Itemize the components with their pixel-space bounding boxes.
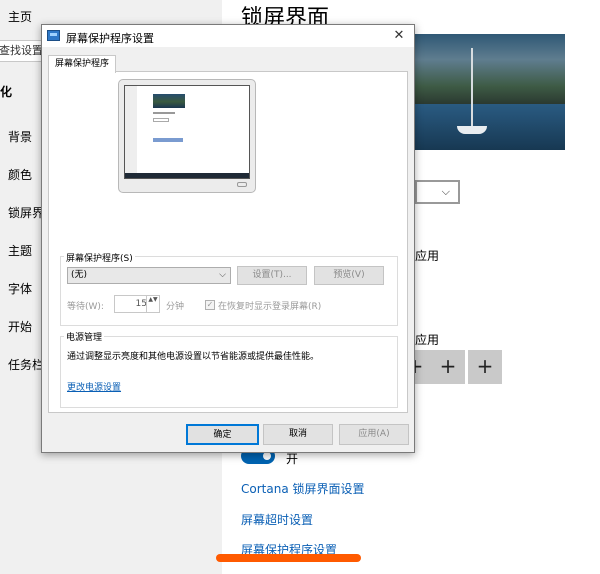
screen-taskbar <box>125 173 249 178</box>
monitor-led <box>237 182 247 187</box>
cortana-lockscreen-link[interactable]: Cortana 锁屏界面设置 <box>241 480 365 497</box>
photo-lake <box>415 104 565 150</box>
wait-label: 等待(W): <box>67 302 104 312</box>
monitor-screen <box>124 85 250 179</box>
chevron-down-icon: ⌵ <box>441 185 450 198</box>
nav-item-colors[interactable]: 颜色 <box>8 166 32 183</box>
preview-button[interactable]: 预览(V) <box>314 266 384 285</box>
photo-boat-mast <box>471 48 473 128</box>
nav-item-fonts[interactable]: 字体 <box>8 280 32 297</box>
wait-value: 15 <box>135 299 147 309</box>
tab-screensaver[interactable]: 屏幕保护程序 <box>48 55 116 73</box>
peek-text-apply-1: 应用 <box>415 249 440 263</box>
lockscreen-preview-image <box>415 34 565 150</box>
change-power-settings-link[interactable]: 更改电源设置 <box>67 380 121 393</box>
screen-text-line <box>153 112 175 114</box>
nav-section-title: 化 <box>0 85 13 99</box>
screen-thumbnail <box>153 94 185 108</box>
nav-item-lockscreen[interactable]: 锁屏界 <box>8 204 44 221</box>
nav-item-background[interactable]: 背景 <box>8 128 32 145</box>
resume-logon-checkbox[interactable]: ✓ <box>205 300 215 310</box>
peek-text-apply-2: 应用 <box>415 333 440 347</box>
close-icon[interactable]: ✕ <box>388 26 410 46</box>
add-app-button[interactable]: + <box>468 350 502 384</box>
background-type-select[interactable]: ⌵ <box>415 180 460 204</box>
nav-home[interactable]: 主页 <box>8 8 32 25</box>
chevron-down-icon: ⌵ <box>219 270 226 280</box>
resume-logon-label: 在恢复时显示登录屏幕(R) <box>218 302 322 312</box>
power-description: 通过调整显示亮度和其他电源设置以节省能源或提供最佳性能。 <box>67 352 320 362</box>
dialog-titlebar[interactable]: 屏幕保护程序设置 ✕ <box>42 25 414 47</box>
monitor-preview <box>118 79 256 193</box>
screensaver-select-value: (无) <box>71 270 88 280</box>
monitor-icon <box>47 30 60 41</box>
spin-arrows-icon[interactable]: ▲▼ <box>146 296 159 312</box>
wait-unit: 分钟 <box>166 302 185 312</box>
add-app-button[interactable]: + <box>431 350 465 384</box>
highlight-underline <box>216 554 361 562</box>
nav-item-themes[interactable]: 主题 <box>8 242 32 259</box>
power-management-group <box>60 336 398 408</box>
ok-button[interactable]: 确定 <box>186 424 259 445</box>
wait-minutes-stepper[interactable]: 15 ▲▼ <box>114 295 160 313</box>
screen-text-line <box>153 138 183 142</box>
screen-timeout-link[interactable]: 屏幕超时设置 <box>241 511 313 528</box>
toggle-knob <box>263 452 271 460</box>
cancel-button[interactable]: 取消 <box>263 424 333 445</box>
screen-text-line <box>153 118 169 122</box>
screen-sidebar <box>125 86 137 178</box>
nav-item-start[interactable]: 开始 <box>8 318 32 335</box>
apply-button[interactable]: 应用(A) <box>339 424 409 445</box>
power-group-label: 电源管理 <box>64 330 105 343</box>
photo-boat-hull <box>457 126 487 134</box>
settings-button[interactable]: 设置(T)... <box>237 266 307 285</box>
screensaver-select[interactable]: (无) ⌵ <box>67 267 231 284</box>
screensaver-group-label: 屏幕保护程序(S) <box>64 251 135 264</box>
dialog-title: 屏幕保护程序设置 <box>66 32 154 45</box>
nav-item-taskbar[interactable]: 任务栏 <box>8 356 44 373</box>
